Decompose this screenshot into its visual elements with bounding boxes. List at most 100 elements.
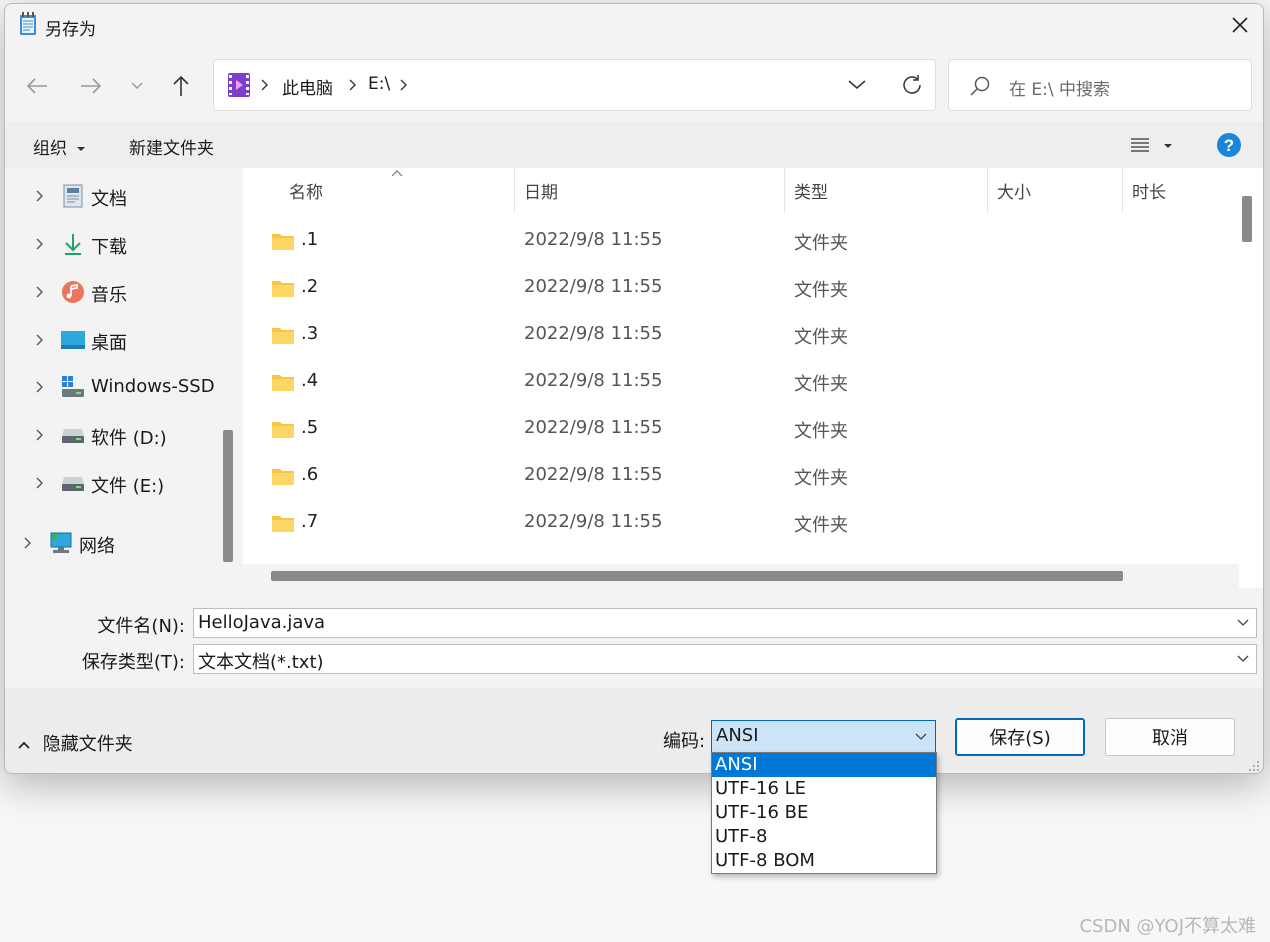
svg-text:?: ? [1224,136,1234,155]
column-header-size[interactable]: 大小 [997,178,1031,203]
encoding-select[interactable]: ANSI [711,720,936,753]
back-button[interactable] [21,70,53,102]
view-details-icon[interactable] [1131,138,1149,152]
organize-button[interactable]: 组织 [33,134,86,159]
folder-icon [272,328,294,344]
column-header-duration[interactable]: 时长 [1132,178,1166,203]
file-name: .5 [301,417,319,438]
file-type: 文件夹 [794,327,848,348]
file-list-horizontal-scrollbar[interactable] [243,564,1239,588]
folder-icon [272,422,294,438]
file-name: .4 [301,370,319,391]
encoding-dropdown-list: ANSI UTF-16 LE UTF-16 BE UTF-8 UTF-8 BOM [711,752,937,874]
expand-chevron-icon[interactable] [33,377,47,397]
sidebar-item-network[interactable]: 网络 [5,523,215,563]
drive-icon [61,423,85,447]
save-button[interactable]: 保存(S) [955,718,1085,756]
column-header-name[interactable]: 名称 [289,178,323,203]
filename-input[interactable]: HelloJava.java [193,608,1257,638]
column-separator[interactable] [987,168,988,212]
file-type: 文件夹 [794,421,848,442]
expand-chevron-icon[interactable] [33,186,47,206]
search-icon [970,76,990,96]
filetype-select[interactable]: 文本文档(*.txt) [193,644,1257,674]
horizontal-scrollbar-thumb[interactable] [271,571,1123,581]
table-row[interactable]: .4 2022/9/8 11:55 文件夹 [243,359,1237,406]
navigation-scrollbar-thumb[interactable] [223,430,233,562]
expand-chevron-icon[interactable] [33,473,47,493]
encoding-option-utf8-bom[interactable]: UTF-8 BOM [712,849,936,873]
file-list-vertical-scrollbar[interactable] [1239,168,1257,568]
encoding-option-utf16be[interactable]: UTF-16 BE [712,801,936,825]
new-folder-label: 新建文件夹 [129,139,214,159]
sidebar-item-label: Windows-SSD [91,376,215,397]
organize-label: 组织 [33,139,67,159]
search-box[interactable]: 在 E:\ 中搜索 [948,59,1252,111]
refresh-icon[interactable] [900,73,924,97]
encoding-option-utf16le[interactable]: UTF-16 LE [712,777,936,801]
table-row[interactable]: .7 2022/9/8 11:55 文件夹 [243,500,1237,547]
table-row[interactable]: .2 2022/9/8 11:55 文件夹 [243,265,1237,312]
arrow-right-icon [81,78,102,94]
sidebar-item-windows-ssd[interactable]: Windows-SSD [5,367,215,407]
navigation-scrollbar[interactable] [221,168,235,588]
cancel-button[interactable]: 取消 [1105,718,1235,756]
title-bar: 另存为 [5,4,1263,46]
expand-chevron-icon[interactable] [33,330,47,350]
column-separator[interactable] [514,168,515,212]
sidebar-item-drive-e[interactable]: 文件 (E:) [5,463,215,503]
encoding-option-ansi[interactable]: ANSI [712,753,936,777]
breadcrumb-drive-e[interactable]: E:\ [368,74,390,94]
expand-chevron-icon[interactable] [33,425,47,445]
file-date: 2022/9/8 11:55 [524,417,663,438]
chevron-right-icon [261,79,268,91]
folder-icon [272,375,294,391]
table-row[interactable]: .3 2022/9/8 11:55 文件夹 [243,312,1237,359]
column-separator[interactable] [1122,168,1123,212]
sidebar-item-documents[interactable]: 文档 [5,176,215,216]
column-header-type[interactable]: 类型 [794,178,828,203]
expand-chevron-icon[interactable] [33,234,47,254]
sidebar-item-drive-d[interactable]: 软件 (D:) [5,415,215,455]
address-bar[interactable]: 此电脑 E:\ [213,59,936,111]
sidebar-item-downloads[interactable]: 下载 [5,224,215,264]
file-date: 2022/9/8 11:55 [524,323,663,344]
column-header-date[interactable]: 日期 [524,178,558,203]
vertical-scrollbar-thumb[interactable] [1242,196,1252,242]
address-dropdown-icon[interactable] [848,80,866,90]
breadcrumb-this-pc[interactable]: 此电脑 [282,74,333,99]
table-row[interactable]: .5 2022/9/8 11:55 文件夹 [243,406,1237,453]
sidebar-item-desktop[interactable]: 桌面 [5,320,215,360]
new-folder-button[interactable]: 新建文件夹 [129,134,214,159]
file-name: .3 [301,323,319,344]
view-options-caret-icon[interactable] [1163,142,1173,150]
cancel-label: 取消 [1152,728,1188,749]
recent-locations-button[interactable] [121,70,153,102]
forward-button[interactable] [75,70,107,102]
chevron-up-icon [18,741,30,749]
arrow-left-icon [26,78,47,94]
hide-folders-button[interactable]: 隐藏文件夹 [17,730,133,756]
up-button[interactable] [165,70,197,102]
file-date: 2022/9/8 11:55 [524,464,663,485]
file-type: 文件夹 [794,515,848,536]
chevron-down-icon[interactable] [1236,615,1250,629]
resize-grip-icon[interactable] [1248,760,1260,772]
dialog-footer: 隐藏文件夹 编码: ANSI 保存(S) 取消 [5,688,1263,773]
encoding-option-utf8[interactable]: UTF-8 [712,825,936,849]
chevron-down-icon[interactable] [1236,651,1250,665]
help-icon[interactable]: ? [1216,132,1242,158]
table-row[interactable]: .1 2022/9/8 11:55 文件夹 [243,218,1237,265]
encoding-value: ANSI [716,725,759,746]
table-row[interactable]: .6 2022/9/8 11:55 文件夹 [243,453,1237,500]
drive-icon [61,471,85,495]
file-type: 文件夹 [794,280,848,301]
sidebar-item-music[interactable]: 音乐 [5,272,215,312]
close-button[interactable] [1217,4,1263,46]
expand-chevron-icon[interactable] [21,533,35,553]
column-separator[interactable] [784,168,785,212]
expand-chevron-icon[interactable] [33,282,47,302]
sidebar-item-label: 文档 [91,189,127,210]
sort-ascending-icon [391,170,403,177]
file-date: 2022/9/8 11:55 [524,370,663,391]
